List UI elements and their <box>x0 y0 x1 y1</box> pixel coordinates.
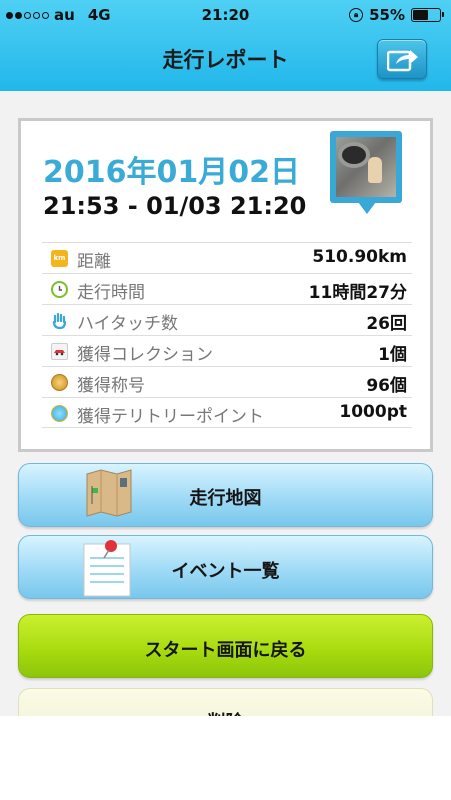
stat-label: 獲得コレクション <box>77 345 213 365</box>
stats-list: km 距離 510.90km 走行時間 11時間27分 ハイタッチ数 26回 獲… <box>42 242 412 428</box>
back-to-start-label: スタート画面に戻る <box>144 640 307 661</box>
report-date: 2016年01月02日 <box>43 155 300 190</box>
distance-icon: km <box>51 250 68 267</box>
territory-point-icon <box>51 405 68 422</box>
stat-value: 11時間27分 <box>308 283 407 303</box>
route-map-label: 走行地図 <box>189 488 262 509</box>
stat-label: ハイタッチ数 <box>77 314 178 334</box>
header: au 4G 21:20 🔒︎ 55% 走行レポート <box>0 0 451 91</box>
share-icon <box>387 50 418 72</box>
dog-photo <box>336 137 396 197</box>
stat-label: 距離 <box>77 252 111 272</box>
stat-label: 獲得テリトリーポイント <box>77 407 264 427</box>
stat-value: 26回 <box>366 314 407 334</box>
back-to-start-button[interactable]: スタート画面に戻る <box>18 614 433 678</box>
status-right: 🔒︎ 55% <box>349 6 444 24</box>
stat-value: 1000pt <box>339 402 407 422</box>
orientation-lock-icon: 🔒︎ <box>349 8 364 22</box>
battery-percent: 55% <box>369 6 405 24</box>
event-list-label: イベント一覧 <box>171 561 280 582</box>
app-screen: au 4G 21:20 🔒︎ 55% 走行レポート 2016年01月02日 21… <box>0 0 451 716</box>
stat-row-high-touch: ハイタッチ数 26回 <box>42 304 412 335</box>
stat-label: 走行時間 <box>77 283 145 303</box>
clock-icon <box>51 281 68 298</box>
delete-label: 削除 <box>19 708 432 716</box>
stat-row-collection: 獲得コレクション 1個 <box>42 335 412 366</box>
stat-row-drive-time: 走行時間 11時間27分 <box>42 273 412 304</box>
stat-row-distance: km 距離 510.90km <box>42 242 412 273</box>
delete-button[interactable]: 削除 <box>18 688 433 716</box>
stat-value: 96個 <box>366 376 407 396</box>
stat-value: 1個 <box>378 345 407 365</box>
battery-icon <box>411 8 444 22</box>
photo-thumbnail[interactable] <box>330 131 402 214</box>
hand-icon <box>51 312 68 330</box>
stat-label: 獲得称号 <box>77 376 145 396</box>
stat-value: 510.90km <box>312 247 407 267</box>
car-collection-icon <box>51 343 68 360</box>
report-card: 2016年01月02日 21:53 - 01/03 21:20 km 距離 51… <box>18 118 433 452</box>
route-map-button[interactable]: 走行地図 <box>18 463 433 527</box>
event-list-button[interactable]: イベント一覧 <box>18 535 433 599</box>
status-bar: au 4G 21:20 🔒︎ 55% <box>0 0 451 32</box>
share-button[interactable] <box>377 39 427 79</box>
medal-icon <box>51 374 68 391</box>
stat-row-titles: 獲得称号 96個 <box>42 366 412 397</box>
report-time-range: 21:53 - 01/03 21:20 <box>43 192 307 220</box>
stat-row-territory-points: 獲得テリトリーポイント 1000pt <box>42 397 412 428</box>
